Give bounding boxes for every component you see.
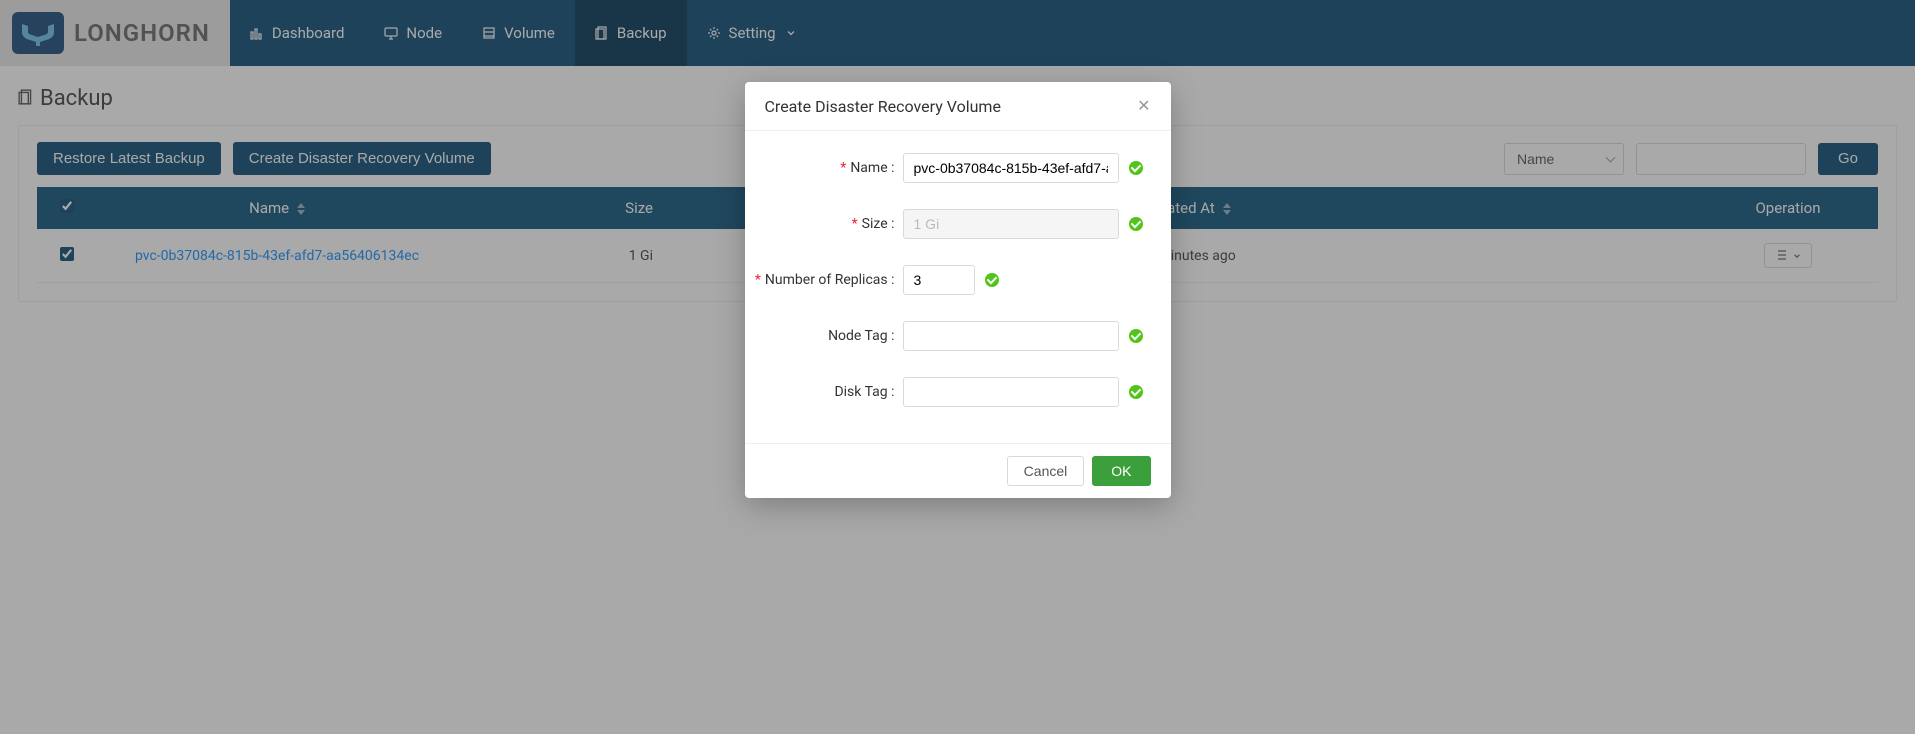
close-icon: ✕ — [1137, 98, 1150, 115]
modal-header: Create Disaster Recovery Volume ✕ — [745, 82, 1171, 131]
modal-title: Create Disaster Recovery Volume — [765, 97, 1001, 116]
modal-close-button[interactable]: ✕ — [1137, 96, 1150, 116]
modal-body: *Name : *Size : *Number of Replicas : No… — [745, 131, 1171, 443]
form-row-name: *Name : — [755, 153, 1143, 183]
label-disk-tag: Disk Tag : — [755, 384, 903, 400]
ok-button[interactable]: OK — [1092, 456, 1150, 486]
label-node-tag: Node Tag : — [755, 328, 903, 344]
valid-check-icon — [1129, 385, 1143, 399]
input-name[interactable] — [903, 153, 1119, 183]
input-replicas[interactable] — [903, 265, 975, 295]
valid-check-icon — [1129, 161, 1143, 175]
form-row-disk-tag: Disk Tag : — [755, 377, 1143, 407]
create-dr-volume-modal: Create Disaster Recovery Volume ✕ *Name … — [745, 82, 1171, 498]
modal-footer: Cancel OK — [745, 443, 1171, 498]
valid-check-icon — [985, 273, 999, 287]
label-name: *Name : — [755, 160, 903, 176]
label-replicas: *Number of Replicas : — [755, 272, 903, 288]
input-node-tag[interactable] — [903, 321, 1119, 351]
modal-overlay[interactable]: Create Disaster Recovery Volume ✕ *Name … — [0, 0, 1915, 734]
form-row-size: *Size : — [755, 209, 1143, 239]
form-row-replicas: *Number of Replicas : — [755, 265, 1143, 295]
input-disk-tag[interactable] — [903, 377, 1119, 407]
valid-check-icon — [1129, 329, 1143, 343]
form-row-node-tag: Node Tag : — [755, 321, 1143, 351]
valid-check-icon — [1129, 217, 1143, 231]
label-size: *Size : — [755, 216, 903, 232]
input-size — [903, 209, 1119, 239]
cancel-button[interactable]: Cancel — [1007, 456, 1085, 486]
